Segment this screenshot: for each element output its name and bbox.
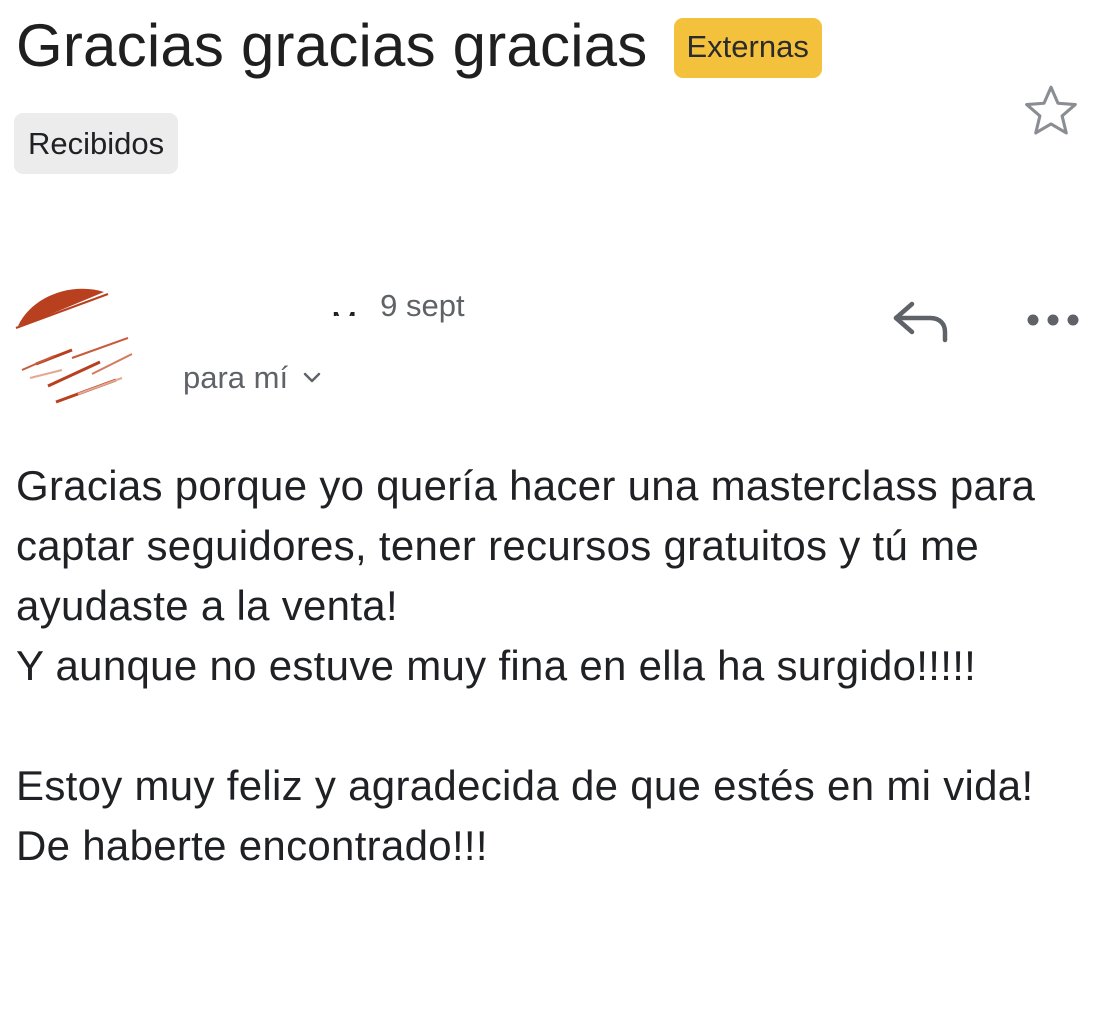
body-paragraph: Estoy muy feliz y agradecida de que esté… bbox=[16, 762, 1034, 809]
external-badge: Externas bbox=[673, 18, 822, 78]
sender-avatar[interactable] bbox=[12, 282, 142, 412]
body-paragraph: De haberte encontrado!!! bbox=[16, 822, 488, 869]
email-body: Gracias porque yo quería hacer una maste… bbox=[16, 456, 1098, 876]
subject-row: Gracias gracias gracias Externas bbox=[16, 10, 822, 82]
chevron-down-icon[interactable] bbox=[302, 371, 322, 385]
inbox-label-chip[interactable]: Recibidos bbox=[14, 113, 179, 174]
sender-name[interactable]: ... ...M bbox=[278, 296, 356, 316]
reply-icon[interactable] bbox=[890, 296, 952, 346]
message-date: 9 sept bbox=[380, 288, 465, 323]
recipient-details[interactable]: para mí bbox=[183, 360, 322, 396]
email-subject: Gracias gracias gracias bbox=[16, 12, 648, 79]
sender-row: ... ...M 9 sept bbox=[278, 288, 465, 324]
star-icon[interactable] bbox=[1020, 80, 1082, 142]
body-paragraph: Gracias porque yo quería hacer una maste… bbox=[16, 462, 1036, 629]
more-horizontal-icon[interactable] bbox=[1025, 306, 1081, 334]
recipient-label: para mí bbox=[183, 360, 289, 395]
body-paragraph: Y aunque no estuve muy fina en ella ha s… bbox=[16, 642, 977, 689]
